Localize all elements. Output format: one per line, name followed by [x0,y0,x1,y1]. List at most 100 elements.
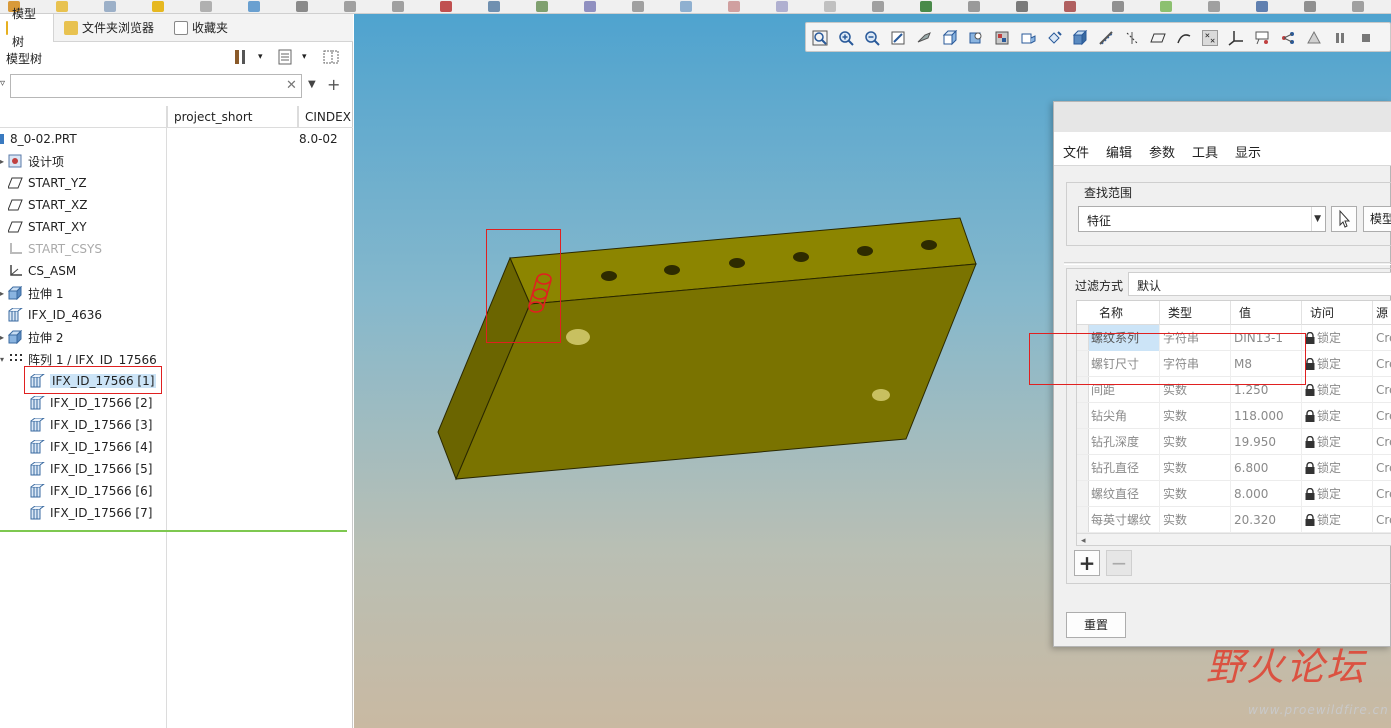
print-icon[interactable] [200,1,212,12]
horizontal-scrollbar[interactable]: ◂ [1077,533,1391,545]
undo-icon[interactable] [344,1,356,12]
column-header-source[interactable]: 源 [1373,301,1391,325]
select-pick-button[interactable] [1331,206,1357,232]
tree-item-pattern-member-4[interactable]: IFX_ID_17566 [4] [30,436,196,458]
csys-icon[interactable] [824,1,836,12]
datum-point-display-icon[interactable] [1202,30,1218,46]
pause-icon[interactable] [1332,30,1348,46]
hole[interactable] [857,246,873,256]
cell-value[interactable]: 6.800 [1231,455,1302,481]
cell-access[interactable]: 锁定 [1302,507,1373,533]
show-list-icon[interactable] [276,48,294,66]
menu-display[interactable]: 显示 [1235,142,1261,161]
tree-item-cs-asm[interactable]: CS_ASM [8,260,174,282]
column-header-cindex[interactable]: CINDEX [298,106,353,128]
redo-icon[interactable] [392,1,404,12]
tab-model-tree[interactable]: 模型树 [0,7,54,49]
tree-item-start-xz[interactable]: START_XZ [7,194,174,216]
column-header-type[interactable]: 类型 [1160,301,1231,325]
column-header-name[interactable]: 名称 [1089,301,1160,325]
datum-curve-display-icon[interactable] [1176,30,1192,46]
tree-item-pattern-member-5[interactable]: IFX_ID_17566 [5] [30,458,196,480]
folder-icon[interactable] [56,1,68,12]
collapse-arrow-icon[interactable]: ▾ [0,355,8,364]
shell-icon[interactable] [1208,1,1220,12]
tag-display-icon[interactable] [1306,30,1322,46]
datum-icon[interactable] [632,1,644,12]
plane-icon[interactable] [680,1,692,12]
tree-item-pattern-member-6[interactable]: IFX_ID_17566 [6] [30,480,196,502]
section-icon[interactable] [1098,30,1114,46]
spin-center-display-icon[interactable] [1280,30,1296,46]
part-model[interactable] [354,14,1054,514]
hole-icon[interactable] [1064,1,1076,12]
round-icon[interactable] [1112,1,1124,12]
tree-item-start-xy[interactable]: START_XY [7,216,174,238]
tree-item-extrude-1[interactable]: ▸ 拉伸 1 [0,282,166,304]
column-header-value[interactable]: 值 [1231,301,1302,325]
hole[interactable] [664,265,680,275]
cell-access[interactable]: 锁定 [1302,455,1373,481]
cell-value[interactable]: 20.320 [1231,507,1302,533]
cell-access[interactable]: 锁定 [1302,403,1373,429]
regenerate-icon[interactable] [296,1,308,12]
add-parameter-button[interactable]: + [1074,550,1100,576]
scroll-left-icon[interactable]: ◂ [1081,536,1086,545]
point-icon[interactable] [776,1,788,12]
table-row[interactable]: 螺纹直径 实数 8.000 锁定 Cre [1077,481,1391,507]
revolve-icon[interactable] [920,1,932,12]
column-divider[interactable] [297,106,298,128]
cell-name[interactable]: 每英寸螺纹 [1089,507,1160,533]
cell-source[interactable]: Cre [1373,403,1391,429]
filter-icon[interactable]: ▿ [0,78,5,89]
tree-item-start-csys[interactable]: START_CSYS [8,238,174,260]
tree-item-ifx-4636[interactable]: IFX_ID_4636 [8,304,174,326]
cell-access[interactable]: 锁定 [1302,481,1373,507]
tree-item-pattern-member-7[interactable]: IFX_ID_17566 [7] [30,502,196,524]
cell-access[interactable]: 锁定 [1302,429,1373,455]
cell-value[interactable]: 118.000 [1231,403,1302,429]
tree-item-design-items[interactable]: ▸ 设计项 [0,150,166,172]
hole[interactable] [729,258,745,268]
cell-name[interactable]: 螺纹直径 [1089,481,1160,507]
shading-icon[interactable] [1072,30,1088,46]
cut-icon[interactable] [440,1,452,12]
cell-source[interactable]: Cre [1373,351,1391,377]
cell-access[interactable]: 锁定 [1302,377,1373,403]
chevron-down-icon[interactable]: ▾ [302,52,307,62]
tab-folder-browser[interactable]: 文件夹浏览器 [58,14,160,42]
cell-source[interactable]: Cre [1373,429,1391,455]
tree-item-pattern-member-3[interactable]: IFX_ID_17566 [3] [30,414,196,436]
hole[interactable] [793,252,809,262]
smiley-icon[interactable] [152,1,164,12]
hole[interactable] [921,240,937,250]
cell-source[interactable]: Cre [1373,325,1391,351]
axis-icon[interactable] [728,1,740,12]
filter-select[interactable]: 默认 [1128,272,1391,296]
chevron-down-icon[interactable]: ▼ [308,79,316,90]
cell-type[interactable]: 实数 [1160,507,1231,533]
menu-parameters[interactable]: 参数 [1149,142,1175,161]
save-icon[interactable] [104,1,116,12]
add-filter-icon[interactable]: + [327,75,340,94]
menu-file[interactable]: 文件 [1063,142,1089,161]
dialog-titlebar[interactable] [1054,102,1391,132]
menu-edit[interactable]: 编辑 [1106,142,1132,161]
chevron-down-icon[interactable]: ▾ [258,52,263,62]
table-row[interactable]: 钻孔直径 实数 6.800 锁定 Cre [1077,455,1391,481]
cell-value[interactable]: 8.000 [1231,481,1302,507]
pattern-icon[interactable] [1352,1,1364,12]
sketch-icon[interactable] [584,1,596,12]
settings-tools-icon[interactable] [232,48,250,66]
copy-icon[interactable] [488,1,500,12]
clear-icon[interactable]: ✕ [286,78,297,93]
insert-here-line[interactable] [0,530,347,532]
menu-tools[interactable]: 工具 [1192,142,1218,161]
cell-type[interactable]: 实数 [1160,481,1231,507]
cell-type[interactable]: 实数 [1160,429,1231,455]
reset-button[interactable]: 重置 [1066,612,1126,638]
stop-icon[interactable] [1358,30,1374,46]
expand-arrow-icon[interactable]: ▸ [0,289,8,298]
tree-item-start-yz[interactable]: START_YZ [7,172,174,194]
cell-type[interactable]: 实数 [1160,455,1231,481]
